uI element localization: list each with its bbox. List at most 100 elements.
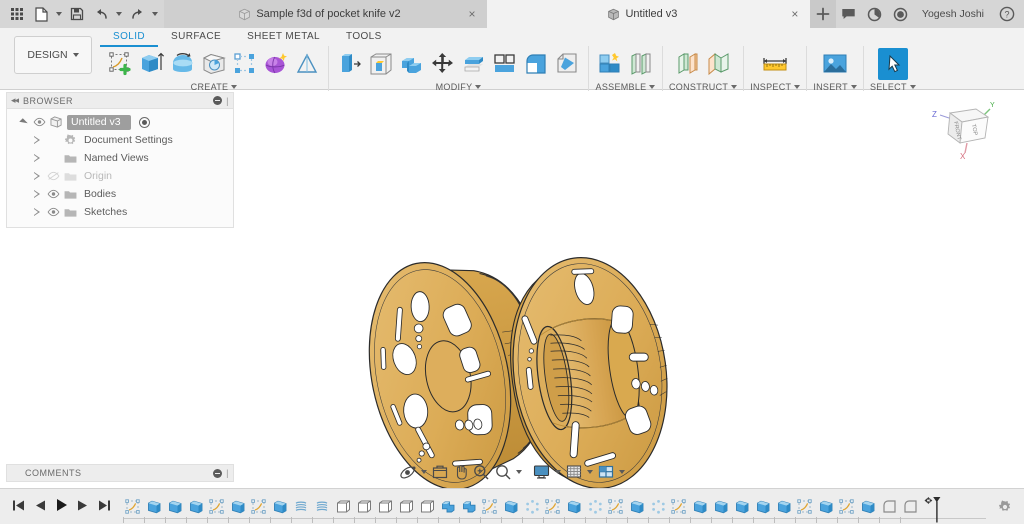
offset-plane-button[interactable] [673, 48, 703, 80]
comments-minimize-icon[interactable] [213, 468, 223, 478]
timeline-feature-extrude[interactable] [858, 497, 879, 523]
save-icon[interactable] [66, 3, 88, 25]
tree-item-document-settings[interactable]: Document Settings [7, 131, 233, 149]
tree-item-untitled-v3[interactable]: Untitled v3 [7, 113, 233, 131]
comments-resize-handle[interactable]: | [226, 468, 229, 478]
pan-icon[interactable] [450, 461, 471, 483]
viewports-dropdown-caret-icon[interactable] [616, 461, 627, 483]
timeline-feature-extrude[interactable] [732, 497, 753, 523]
timeline-marker[interactable] [923, 496, 941, 523]
user-name-label[interactable]: Yogesh Joshi [914, 8, 994, 20]
timeline-feature-pattern[interactable] [522, 497, 543, 523]
timeline-feature-fillet[interactable] [879, 497, 900, 523]
undo-icon[interactable] [90, 3, 112, 25]
tree-item-named-views[interactable]: Named Views [7, 149, 233, 167]
chamfer-button[interactable] [552, 48, 582, 80]
timeline-feature-sketch[interactable] [837, 497, 858, 523]
timeline-feature-sketch[interactable] [669, 497, 690, 523]
timeline-feature-extrude[interactable] [690, 497, 711, 523]
app-grid-icon[interactable] [6, 3, 28, 25]
viewports-icon[interactable] [595, 461, 616, 483]
redo-icon[interactable] [126, 3, 148, 25]
eye-icon[interactable] [33, 117, 46, 127]
expand-arrow-right-icon[interactable] [31, 136, 43, 144]
orbit-icon[interactable] [397, 461, 418, 483]
timeline-feature-extrude[interactable] [564, 497, 585, 523]
timeline-feature-pattern[interactable] [585, 497, 606, 523]
step-forward-button[interactable] [77, 499, 89, 515]
eye-icon[interactable] [47, 189, 60, 199]
orbit-dropdown-caret-icon[interactable] [418, 461, 429, 483]
tree-item-origin[interactable]: Origin [7, 167, 233, 185]
eye-icon[interactable] [47, 207, 60, 217]
pattern-button[interactable] [230, 48, 260, 80]
workspace-switcher-button[interactable]: DESIGN [14, 36, 92, 74]
timeline-feature-extrude[interactable] [816, 497, 837, 523]
display-settings-dropdown-caret-icon[interactable] [552, 461, 563, 483]
timeline-feature-thread[interactable] [291, 497, 312, 523]
grid-snaps-dropdown-caret-icon[interactable] [584, 461, 595, 483]
timeline-feature-thread[interactable] [312, 497, 333, 523]
tab-sheet-metal[interactable]: SHEET METAL [234, 29, 333, 47]
tab-tools[interactable]: TOOLS [333, 29, 395, 47]
new-tab-button[interactable] [809, 0, 836, 28]
extrude-button[interactable] [137, 48, 167, 80]
timeline-feature-sketch[interactable] [543, 497, 564, 523]
help-icon[interactable]: ? [994, 0, 1020, 28]
document-tab-1[interactable]: Sample f3d of pocket knife v2 × [164, 0, 487, 28]
expand-arrow-right-icon[interactable] [31, 190, 43, 198]
move-copy-button[interactable] [428, 48, 458, 80]
insert-image-button[interactable] [820, 48, 850, 80]
timeline-feature-extrude[interactable] [501, 497, 522, 523]
timeline-feature-extrude[interactable] [165, 497, 186, 523]
timeline-feature-extrude[interactable] [627, 497, 648, 523]
undo-dropdown-caret-icon[interactable] [114, 3, 124, 25]
timeline-feature-extrude[interactable] [753, 497, 774, 523]
job-status-icon[interactable] [888, 0, 914, 28]
timeline-feature-sketch[interactable] [123, 497, 144, 523]
timeline-feature-sketch[interactable] [249, 497, 270, 523]
go-to-beginning-button[interactable] [12, 499, 25, 515]
timeline-feature-sketch[interactable] [795, 497, 816, 523]
document-tab-1-close-icon[interactable]: × [466, 8, 478, 20]
go-to-end-button[interactable] [98, 499, 111, 515]
timeline-feature-combine[interactable] [438, 497, 459, 523]
timeline-feature-shell[interactable] [333, 497, 354, 523]
fit-icon[interactable] [492, 461, 513, 483]
timeline-feature-extrude[interactable] [144, 497, 165, 523]
timeline-feature-extrude[interactable] [228, 497, 249, 523]
sync-icon[interactable] [862, 0, 888, 28]
create-sketch-button[interactable] [106, 48, 136, 80]
tree-item-bodies[interactable]: Bodies [7, 185, 233, 203]
browser-collapse-icon[interactable]: ◂◂ [11, 95, 19, 106]
timeline-feature-extrude[interactable] [711, 497, 732, 523]
combine-button[interactable] [397, 48, 427, 80]
redo-dropdown-caret-icon[interactable] [150, 3, 160, 25]
timeline-feature-shell[interactable] [396, 497, 417, 523]
grid-snaps-icon[interactable] [563, 461, 584, 483]
play-button[interactable] [55, 498, 68, 515]
comment-icon[interactable] [836, 0, 862, 28]
expand-arrow-down-icon[interactable] [17, 117, 29, 127]
document-tab-2[interactable]: Untitled v3 × [486, 0, 810, 28]
timeline-feature-sketch[interactable] [606, 497, 627, 523]
timeline-feature-extrude[interactable] [774, 497, 795, 523]
hole-button[interactable] [199, 48, 229, 80]
shell-button[interactable] [366, 48, 396, 80]
activate-component-icon[interactable] [138, 116, 150, 128]
fillet-button[interactable] [521, 48, 551, 80]
timeline-feature-sketch[interactable] [207, 497, 228, 523]
zoom-icon[interactable] [471, 461, 492, 483]
joint-button[interactable] [626, 48, 656, 80]
file-icon[interactable] [30, 3, 52, 25]
plane-at-angle-button[interactable] [704, 48, 734, 80]
eye-hidden-icon[interactable] [47, 171, 60, 181]
timeline-feature-extrude[interactable] [270, 497, 291, 523]
create-form-button[interactable] [261, 48, 291, 80]
expand-arrow-right-icon[interactable] [31, 154, 43, 162]
offset-face-button[interactable] [459, 48, 489, 80]
timeline-feature-extrude[interactable] [186, 497, 207, 523]
browser-minimize-icon[interactable] [213, 96, 223, 105]
timeline-feature-shell[interactable] [354, 497, 375, 523]
press-pull-button[interactable] [335, 48, 365, 80]
